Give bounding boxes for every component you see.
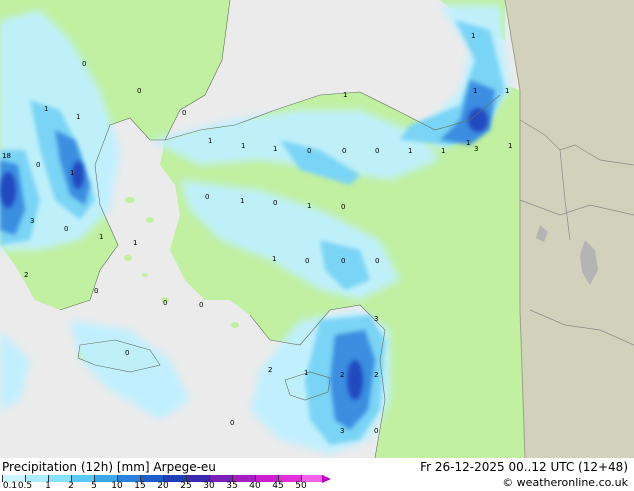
map-value: 1 — [99, 233, 104, 241]
map-value: 0 — [64, 225, 69, 233]
map-value: 1 — [466, 139, 471, 147]
map-value: 3 — [30, 217, 35, 225]
map-canvas — [0, 0, 634, 458]
map-value: 1 — [273, 145, 278, 153]
credit-text: © weatheronline.co.uk — [502, 476, 628, 489]
map-value: 1 — [133, 239, 138, 247]
map-value: 3 — [374, 315, 379, 323]
map-value: 0 — [307, 147, 312, 155]
map-value: 1 — [508, 142, 513, 150]
map-value: 0 — [82, 60, 87, 68]
map-value: 0 — [199, 301, 204, 309]
map-value: 0 — [125, 349, 130, 357]
map-value: 1 — [408, 147, 413, 155]
map-value: 1 — [307, 202, 312, 210]
map-value: 0 — [374, 427, 379, 435]
map-value: 1 — [304, 369, 309, 377]
outside-domain — [505, 0, 634, 458]
map-value: 1 — [44, 105, 49, 113]
map-value: 1 — [70, 169, 75, 177]
map-value: 1 — [473, 87, 478, 95]
map-value: 0 — [341, 203, 346, 211]
map-value: 1 — [343, 91, 348, 99]
map-value: 2 — [340, 371, 345, 379]
forecast-time: Fr 26-12-2025 00..12 UTC (12+48) — [420, 460, 628, 474]
map-value: 1 — [240, 197, 245, 205]
map-value: 18 — [2, 152, 11, 160]
map-value: 0 — [375, 257, 380, 265]
map-value: 0 — [182, 109, 187, 117]
map-value: 0 — [342, 147, 347, 155]
precipitation-map: 0 1 1 1 1 1 18 0 1 3 0 1 1 2 0 0 0 1 1 0… — [0, 0, 634, 458]
map-value: 0 — [305, 257, 310, 265]
map-value: 1 — [208, 137, 213, 145]
map-value: 2 — [374, 371, 379, 379]
map-value: 1 — [241, 142, 246, 150]
map-value: 0 — [205, 193, 210, 201]
map-value: 1 — [471, 32, 476, 40]
map-value: 2 — [24, 271, 29, 279]
map-value: 1 — [272, 255, 277, 263]
land-levant — [375, 310, 525, 458]
map-value: 1 — [505, 87, 510, 95]
map-value: 2 — [268, 366, 273, 374]
legend-title: Precipitation (12h) [mm] Arpege-eu — [2, 460, 216, 474]
map-value: 0 — [163, 299, 168, 307]
map-value: 1 — [441, 147, 446, 155]
scale-arrow — [322, 475, 331, 483]
map-value: 3 — [474, 145, 479, 153]
map-value: 0 — [137, 87, 142, 95]
legend: Precipitation (12h) [mm] Arpege-eu Fr 26… — [0, 458, 634, 491]
map-value: 0 — [341, 257, 346, 265]
map-value: 1 — [76, 113, 81, 121]
map-value: 0 — [94, 287, 99, 295]
map-value: 0 — [375, 147, 380, 155]
map-value: 0 — [230, 419, 235, 427]
map-value: 0 — [36, 161, 41, 169]
map-value: 3 — [340, 427, 345, 435]
map-value: 0 — [273, 199, 278, 207]
